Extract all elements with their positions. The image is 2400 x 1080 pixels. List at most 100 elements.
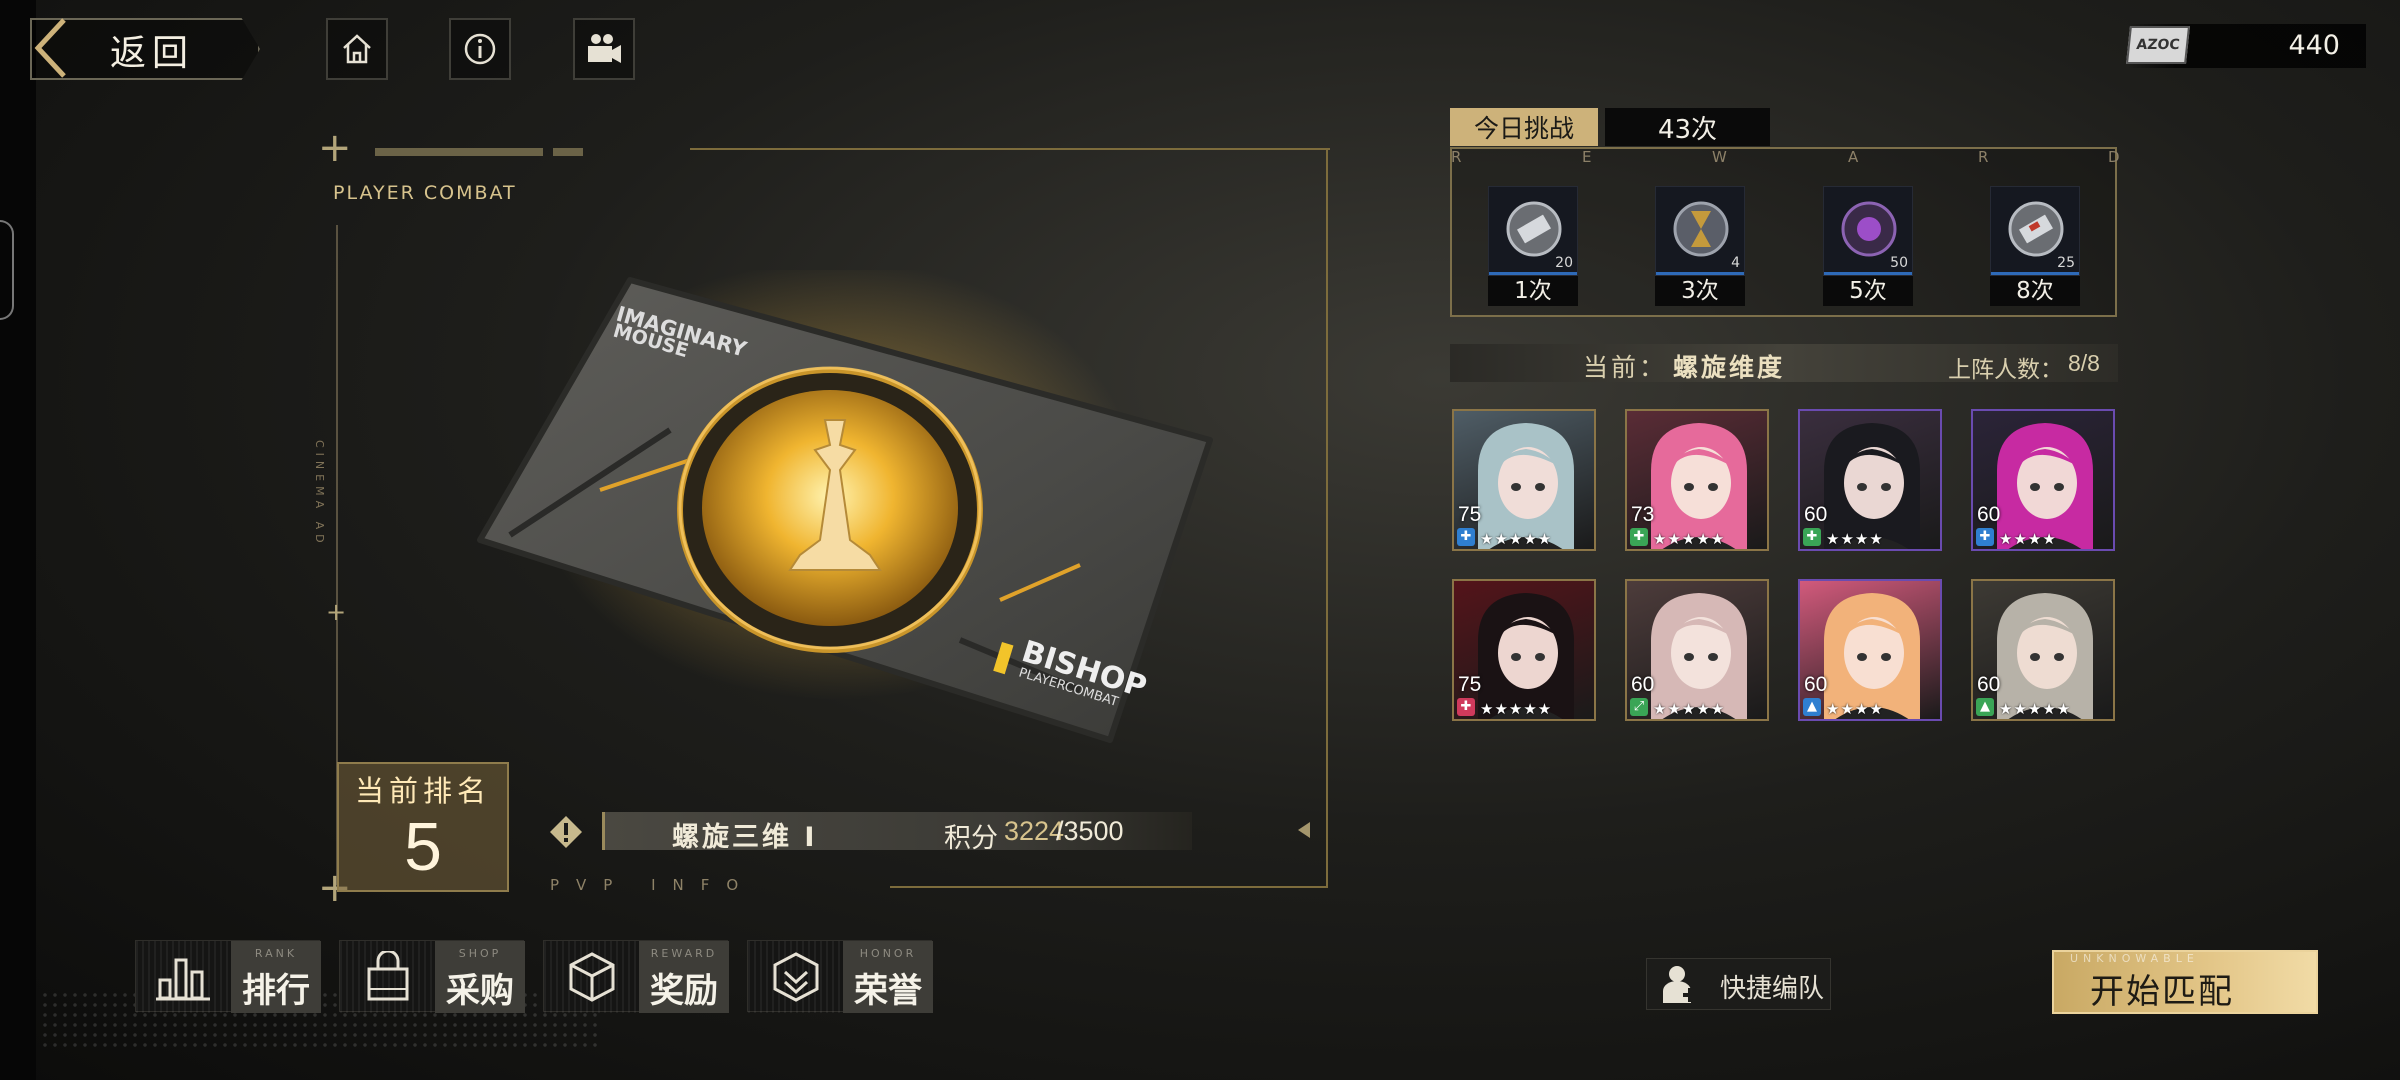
rank-nav-label: 排行 <box>242 971 310 1011</box>
left-edge-strip <box>0 0 36 1080</box>
honor-nav-label: 荣誉 <box>854 971 922 1011</box>
score-label: 积分 <box>944 823 998 854</box>
home-button[interactable] <box>326 18 388 80</box>
character-card[interactable]: 60 ▲ ★★★★★ <box>1971 579 2115 721</box>
video-camera-icon <box>588 34 621 63</box>
today-challenge-tab: 今日挑战 <box>1450 108 1598 146</box>
pvp-info-label: PVP INFO <box>550 876 756 894</box>
character-stars: ★★★★ <box>1826 530 1884 548</box>
reward-letter: W <box>1712 148 1727 166</box>
cinema-label: CINEMA AD <box>313 440 326 548</box>
reward-qty: 4 <box>1731 255 1740 271</box>
reward-letter: R <box>1451 148 1462 166</box>
character-stars: ★★★★ <box>1999 530 2057 548</box>
class-icon: ✚ <box>1630 528 1648 546</box>
current-season-name: 螺旋维度 <box>1673 353 1786 382</box>
person-plus-icon <box>1663 966 1697 1003</box>
player-combat-label: PLAYER COMBAT <box>333 182 517 204</box>
reward-nav-en: REWARD <box>650 947 718 960</box>
character-card[interactable]: 73 ✚ ★★★★★ <box>1625 409 1769 551</box>
current-rank-title: 当前排名 <box>354 774 491 808</box>
class-icon: ⤢ <box>1630 698 1648 716</box>
triangle-marker-icon <box>1298 822 1310 838</box>
class-icon: ✚ <box>1457 698 1475 716</box>
reward-tier-4[interactable]: 25 8次 <box>1990 186 2080 306</box>
current-rank-value: 5 <box>404 809 442 885</box>
character-stars: ★★★★★ <box>1999 700 2072 718</box>
reward-letter: D <box>2108 148 2120 166</box>
reward-qty: 20 <box>1555 255 1573 271</box>
team-count-label: 上阵人数： <box>1948 357 2063 383</box>
reward-qty: 50 <box>1890 255 1908 271</box>
rank-nav-en: RANK <box>254 947 298 960</box>
side-drawer-tab[interactable] <box>0 220 14 320</box>
character-stars: ★★★★★ <box>1653 700 1726 718</box>
chevron-badge-icon <box>773 952 818 1002</box>
reward-letter: R <box>1978 148 1989 166</box>
reward-tier-3[interactable]: 50 5次 <box>1823 186 1913 306</box>
reward-nav-button[interactable]: REWARD 奖励 <box>543 940 729 1013</box>
character-card[interactable]: 60 ⤢ ★★★★★ <box>1625 579 1769 721</box>
home-icon <box>343 34 371 64</box>
reward-nav-label: 奖励 <box>650 971 718 1011</box>
rank-card-illustration: IMAGINARY MOUSE BISHOP PLAYERCOMBAT <box>477 270 1213 743</box>
honor-nav-en: HONOR <box>859 947 917 960</box>
character-level: 60 <box>1977 673 2001 696</box>
bar-chart-icon <box>155 958 210 1001</box>
character-card[interactable]: 75 ✚ ★★★★★ <box>1452 409 1596 551</box>
character-level: 73 <box>1631 503 1655 526</box>
shopping-bag-icon <box>367 951 408 1001</box>
frame-line <box>890 886 1328 888</box>
reward-threshold: 1次 <box>1488 276 1578 306</box>
cube-icon <box>569 952 614 1002</box>
shop-nav-en: SHOP <box>458 947 502 960</box>
class-icon: ✚ <box>1457 528 1475 546</box>
decor-bar <box>553 148 583 156</box>
season-name: 螺旋三维 I <box>672 822 818 853</box>
class-icon: ▲ <box>1976 698 1994 716</box>
class-icon: ✚ <box>1803 528 1821 546</box>
decor-bar <box>375 148 543 156</box>
plus-mark-icon: + <box>326 598 347 626</box>
character-stars: ★★★★★ <box>1653 530 1726 548</box>
character-card[interactable]: 75 ✚ ★★★★★ <box>1452 579 1596 721</box>
info-icon <box>464 33 496 65</box>
plus-mark-icon: + <box>318 125 352 171</box>
class-icon: ▲ <box>1803 698 1821 716</box>
character-level: 75 <box>1458 673 1482 696</box>
reward-letter: A <box>1848 148 1859 166</box>
score-max: /3500 <box>1056 816 1124 846</box>
character-level: 75 <box>1458 503 1482 526</box>
warning-icon[interactable] <box>548 814 584 850</box>
character-level: 60 <box>1977 503 2001 526</box>
character-card[interactable]: 60 ▲ ★★★★ <box>1798 579 1942 721</box>
character-level: 60 <box>1631 673 1655 696</box>
reward-tier-2[interactable]: 4 3次 <box>1655 186 1745 306</box>
character-stars: ★★★★★ <box>1480 700 1553 718</box>
replay-camera-button[interactable] <box>573 18 635 80</box>
shop-nav-button[interactable]: SHOP 采购 <box>339 940 525 1013</box>
honor-nav-button[interactable]: HONOR 荣誉 <box>747 940 933 1013</box>
shop-nav-label: 采购 <box>446 971 514 1011</box>
character-stars: ★★★★★ <box>1480 530 1553 548</box>
challenge-count: 43次 <box>1605 108 1770 146</box>
character-stars: ★★★★ <box>1826 700 1884 718</box>
current-label: 当前： <box>1583 353 1668 382</box>
character-level: 60 <box>1804 673 1828 696</box>
reward-threshold: 3次 <box>1655 276 1745 306</box>
reward-tier-1[interactable]: 20 1次 <box>1488 186 1578 306</box>
quick-team-label: 快捷编队 <box>1720 974 1825 1004</box>
reward-qty: 25 <box>2057 255 2075 271</box>
rank-nav-button[interactable]: RANK 排行 <box>135 940 321 1013</box>
character-card[interactable]: 60 ✚ ★★★★ <box>1798 409 1942 551</box>
character-level: 60 <box>1804 503 1828 526</box>
team-count: 8/8 <box>2068 350 2100 376</box>
class-icon: ✚ <box>1976 528 1994 546</box>
frame-line <box>1326 148 1328 888</box>
currency-icon: AZOC <box>2126 26 2190 64</box>
back-label: 返回 <box>110 33 195 74</box>
reward-letter: E <box>1582 148 1592 166</box>
info-button[interactable] <box>449 18 511 80</box>
reward-threshold: 5次 <box>1823 276 1913 306</box>
character-card[interactable]: 60 ✚ ★★★★ <box>1971 409 2115 551</box>
